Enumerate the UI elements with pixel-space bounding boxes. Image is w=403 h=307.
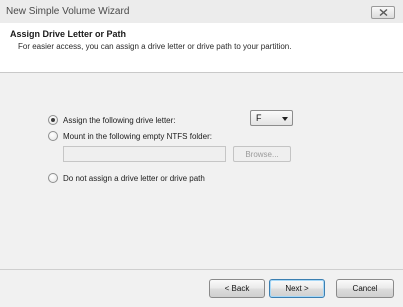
- chevron-down-icon: [282, 117, 288, 121]
- title-bar: New Simple Volume Wizard: [0, 0, 403, 23]
- radio-selected-dot: [51, 118, 55, 122]
- wizard-header: Assign Drive Letter or Path For easier a…: [0, 23, 403, 72]
- back-button[interactable]: < Back: [209, 279, 265, 298]
- wizard-body: [0, 73, 403, 269]
- radio-assign-drive-letter[interactable]: [48, 115, 58, 125]
- window-title: New Simple Volume Wizard: [6, 6, 130, 17]
- close-button[interactable]: [371, 6, 395, 19]
- mount-ntfs-folder-option[interactable]: Mount in the following empty NTFS folder…: [48, 131, 212, 141]
- page-subtitle: For easier access, you can assign a driv…: [18, 42, 292, 51]
- folder-path-input[interactable]: [63, 146, 226, 162]
- next-button[interactable]: Next >: [269, 279, 325, 298]
- close-x-icon: [379, 9, 387, 16]
- no-drive-letter-label: Do not assign a drive letter or drive pa…: [63, 173, 205, 183]
- drive-letter-value: F: [256, 113, 262, 123]
- radio-no-drive-letter[interactable]: [48, 173, 58, 183]
- assign-drive-letter-option[interactable]: Assign the following drive letter:: [48, 115, 176, 125]
- radio-mount-ntfs-folder[interactable]: [48, 131, 58, 141]
- assign-drive-letter-label: Assign the following drive letter:: [63, 115, 176, 125]
- no-drive-letter-option[interactable]: Do not assign a drive letter or drive pa…: [48, 173, 205, 183]
- cancel-button[interactable]: Cancel: [336, 279, 394, 298]
- mount-ntfs-folder-label: Mount in the following empty NTFS folder…: [63, 131, 212, 141]
- browse-button[interactable]: Browse...: [233, 146, 291, 162]
- drive-letter-dropdown[interactable]: F: [250, 110, 293, 126]
- page-title: Assign Drive Letter or Path: [10, 29, 127, 39]
